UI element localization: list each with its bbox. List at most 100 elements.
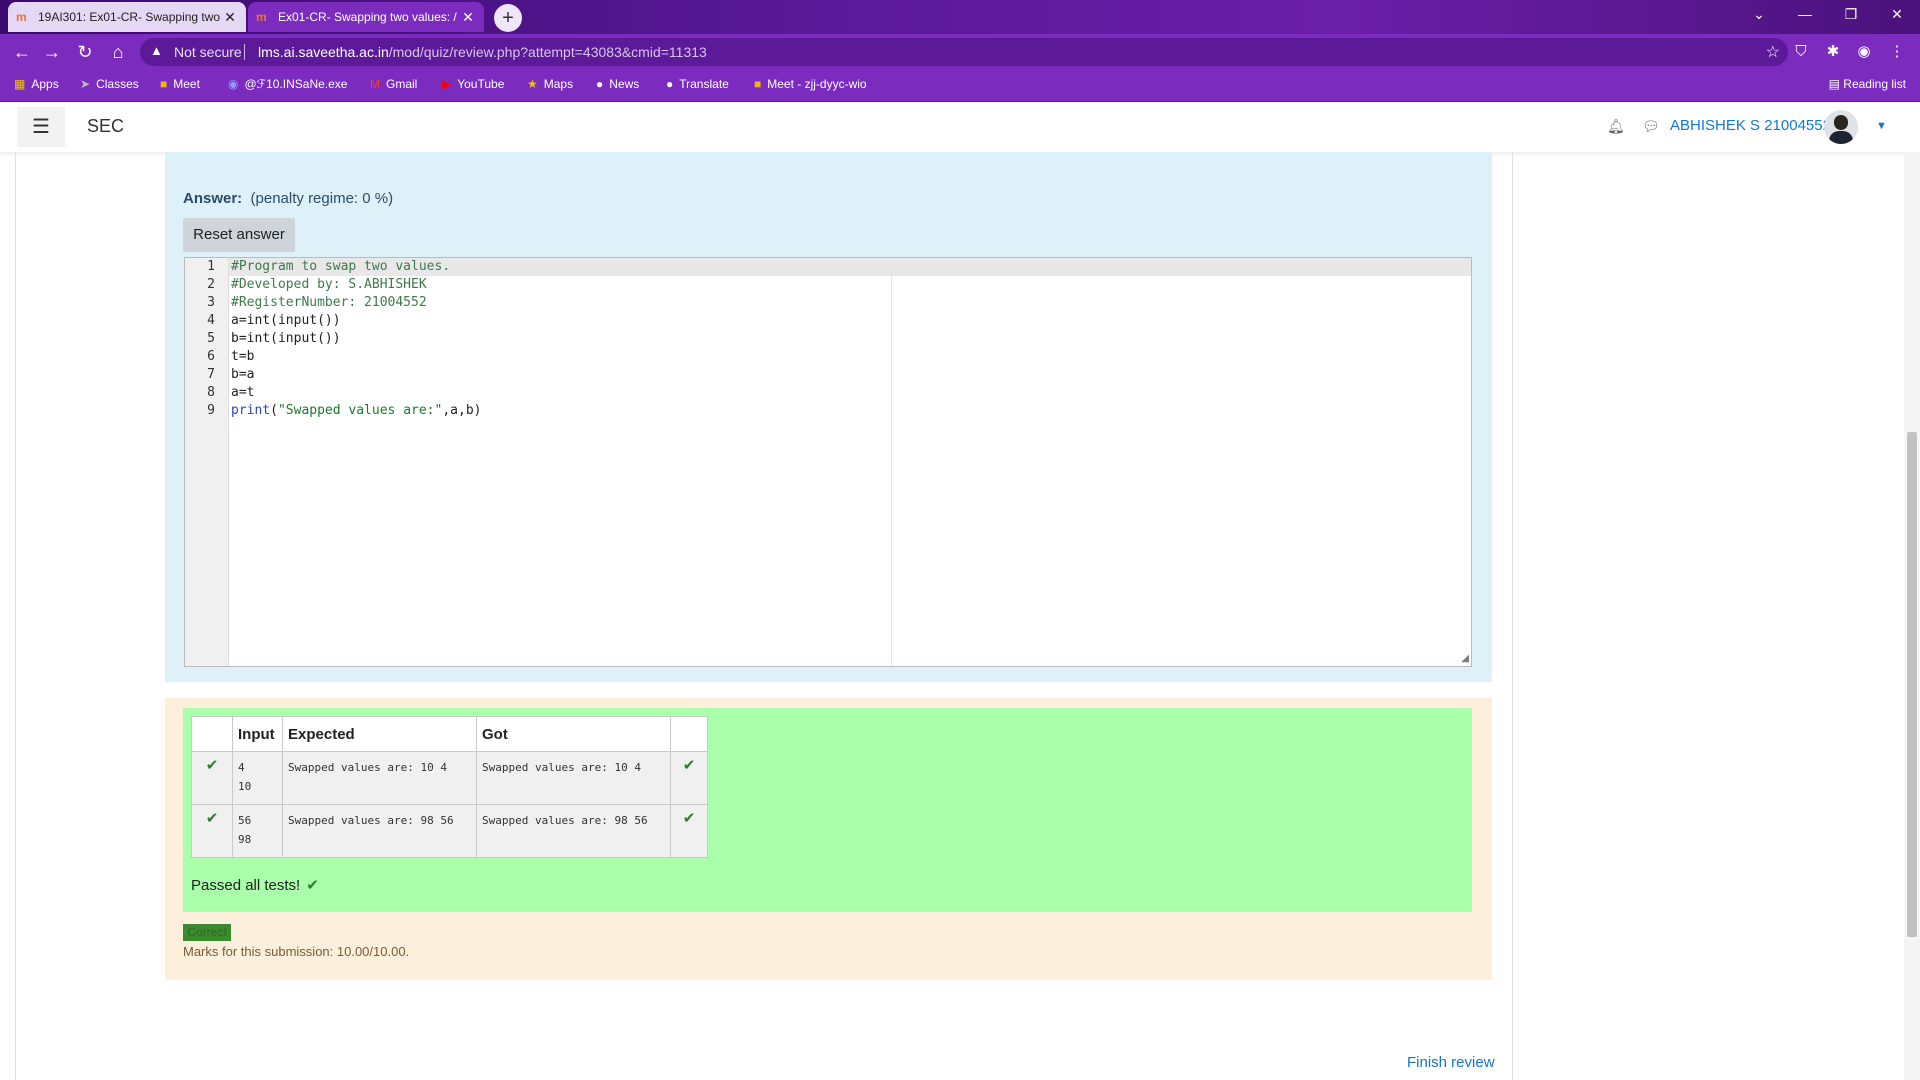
address-bar[interactable]: ▲ Not secure lms.ai.saveetha.ac.in/mod/q… bbox=[140, 38, 1788, 66]
back-icon[interactable]: ← bbox=[10, 40, 34, 64]
expected-cell: Swapped values are: 98 56 bbox=[282, 804, 477, 858]
bookmark-discord[interactable]: ◉ @ℱ10.INSaNe.exe bbox=[228, 77, 347, 91]
apps-grid-icon: ▦ bbox=[14, 77, 26, 91]
code-line: a=int(input()) bbox=[231, 313, 341, 328]
messages-chat-icon[interactable]: 💬︎ bbox=[1642, 118, 1660, 135]
table-row: ✔ 56 98 Swapped values are: 98 56 Swapped… bbox=[191, 804, 708, 858]
moodle-favicon-icon: m bbox=[16, 10, 27, 24]
security-label: Not secure bbox=[174, 44, 242, 60]
bookmark-label: Translate bbox=[679, 77, 729, 91]
divider bbox=[244, 44, 245, 60]
profile-icon[interactable]: ◉ bbox=[1854, 42, 1874, 62]
finish-review-link[interactable]: Finish review bbox=[1407, 1054, 1495, 1071]
line-number: 1 bbox=[207, 259, 215, 274]
code-string: "Swapped values are:" bbox=[277, 403, 443, 418]
line-number: 4 bbox=[207, 313, 215, 328]
divider bbox=[1512, 152, 1513, 1080]
browser-tab-2[interactable]: m Ex01-CR- Swapping two values: / ✕ bbox=[248, 2, 484, 32]
avatar-head bbox=[1834, 115, 1848, 130]
table-header-row: Input Expected Got bbox=[191, 716, 708, 752]
browser-chrome: m 19AI301: Ex01-CR- Swapping two ✕ m Ex0… bbox=[0, 0, 1920, 102]
pass-check-icon: ✔ bbox=[670, 751, 708, 805]
more-menu-icon[interactable]: ⋮ bbox=[1887, 42, 1907, 62]
tab-strip: m 19AI301: Ex01-CR- Swapping two ✕ m Ex0… bbox=[0, 0, 1920, 34]
bookmark-youtube[interactable]: ▶ YouTube bbox=[442, 77, 504, 91]
bookmark-label: Meet - zjj-dyyc-wio bbox=[767, 77, 867, 91]
submission-marks: Marks for this submission: 10.00/10.00. bbox=[183, 944, 410, 959]
forward-icon[interactable]: → bbox=[40, 40, 64, 64]
passed-text: Passed all tests! bbox=[191, 877, 301, 894]
answer-label: Answer: bbox=[183, 190, 243, 207]
pass-check-icon: ✔ bbox=[191, 804, 233, 858]
tab-title: 19AI301: Ex01-CR- Swapping two bbox=[38, 10, 221, 24]
line-number: 9 bbox=[207, 403, 215, 418]
url-host: lms.ai.saveetha.ac.in bbox=[258, 44, 389, 60]
bookmark-label: @ℱ10.INSaNe.exe bbox=[244, 77, 348, 91]
code-line: b=a bbox=[231, 367, 255, 382]
meet-icon: ■ bbox=[754, 77, 762, 91]
bookmark-meet-link[interactable]: ■ Meet - zjj-dyyc-wio bbox=[754, 77, 867, 91]
input-value: 4 bbox=[238, 761, 245, 774]
user-menu-chevron-down-icon[interactable]: ▼ bbox=[1876, 120, 1887, 132]
bookmark-news[interactable]: ● News bbox=[596, 77, 639, 91]
site-brand[interactable]: SEC bbox=[87, 116, 124, 137]
minimize-icon[interactable]: — bbox=[1782, 0, 1828, 30]
restore-icon[interactable]: ❐ bbox=[1828, 0, 1874, 30]
reading-list-icon: ▤ bbox=[1828, 77, 1844, 91]
resize-handle-icon[interactable]: ◢ bbox=[1461, 653, 1469, 664]
tab-search-icon[interactable]: ⌄ bbox=[1736, 0, 1782, 30]
bookmark-meet[interactable]: ■ Meet bbox=[160, 77, 200, 91]
notifications-bell-icon[interactable]: 🔔︎ bbox=[1607, 118, 1625, 135]
mark-column-header bbox=[670, 716, 708, 752]
close-tab-icon[interactable]: ✕ bbox=[460, 9, 476, 26]
table-row: ✔ 4 10 Swapped values are: 10 4 Swapped v… bbox=[191, 751, 708, 805]
passed-all-tests: Passed all tests! ✔ bbox=[191, 876, 319, 894]
discord-icon: ◉ bbox=[228, 77, 239, 91]
site-navbar: ☰ SEC 🔔︎ 💬︎ ABHISHEK S 21004552 ▼ bbox=[0, 102, 1920, 152]
correct-badge: Correct bbox=[183, 924, 231, 941]
url-path: /mod/quiz/review.php?attempt=43083&cmid=… bbox=[388, 44, 707, 60]
bookmark-gmail[interactable]: M Gmail bbox=[370, 77, 417, 91]
maps-icon: ★ bbox=[527, 77, 538, 91]
close-window-icon[interactable]: ✕ bbox=[1874, 0, 1920, 30]
bookmark-star-icon[interactable]: ☆ bbox=[1766, 42, 1780, 62]
extensions-puzzle-icon[interactable]: ✱ bbox=[1823, 42, 1843, 62]
bookmark-classes[interactable]: ➤ Classes bbox=[80, 77, 139, 91]
line-number: 2 bbox=[207, 277, 215, 292]
column-header-input: Input bbox=[232, 716, 283, 752]
new-tab-button[interactable]: + bbox=[494, 4, 522, 32]
bookmark-translate[interactable]: ● Translate bbox=[666, 77, 729, 91]
line-number: 6 bbox=[207, 349, 215, 364]
code-line: t=b bbox=[231, 349, 255, 364]
input-cell: 56 98 bbox=[232, 804, 283, 858]
reset-answer-button[interactable]: Reset answer bbox=[183, 218, 295, 252]
user-name[interactable]: ABHISHEK S 21004552 bbox=[1670, 117, 1831, 134]
reload-icon[interactable]: ↻ bbox=[73, 40, 97, 64]
scrollbar-thumb[interactable] bbox=[1907, 432, 1917, 937]
line-number: 7 bbox=[207, 367, 215, 382]
shield-extension-icon[interactable]: ⛉ bbox=[1791, 42, 1811, 62]
close-tab-icon[interactable]: ✕ bbox=[222, 9, 238, 26]
avatar[interactable] bbox=[1824, 110, 1858, 144]
input-cell: 4 10 bbox=[232, 751, 283, 805]
page-content: ☰ SEC 🔔︎ 💬︎ ABHISHEK S 21004552 ▼ Answer… bbox=[0, 102, 1920, 1080]
url-text: lms.ai.saveetha.ac.in/mod/quiz/review.ph… bbox=[258, 44, 707, 60]
bookmark-maps[interactable]: ★ Maps bbox=[527, 77, 573, 91]
warning-icon: ▲ bbox=[150, 43, 163, 58]
got-cell: Swapped values are: 98 56 bbox=[476, 804, 671, 858]
column-header-expected: Expected bbox=[282, 716, 477, 752]
line-number: 8 bbox=[207, 385, 215, 400]
youtube-icon: ▶ bbox=[442, 77, 452, 91]
hamburger-menu-icon[interactable]: ☰ bbox=[17, 107, 65, 147]
home-icon[interactable]: ⌂ bbox=[106, 40, 130, 64]
browser-tab-1[interactable]: m 19AI301: Ex01-CR- Swapping two ✕ bbox=[8, 2, 246, 32]
reading-list[interactable]: ▤ Reading list bbox=[1829, 77, 1906, 91]
moodle-favicon-icon: m bbox=[256, 10, 267, 24]
bookmark-apps[interactable]: ▦ Apps bbox=[14, 77, 59, 91]
pass-check-icon: ✔ bbox=[191, 751, 233, 805]
classes-icon: ➤ bbox=[80, 77, 91, 91]
code-editor[interactable]: 1 2 3 4 5 6 7 8 9 #Program to swap two v… bbox=[184, 257, 1472, 667]
answer-heading: Answer: (penalty regime: 0 %) bbox=[183, 190, 393, 207]
code-line: print("Swapped values are:",a,b) bbox=[231, 403, 482, 418]
gmail-icon: M bbox=[370, 77, 380, 91]
